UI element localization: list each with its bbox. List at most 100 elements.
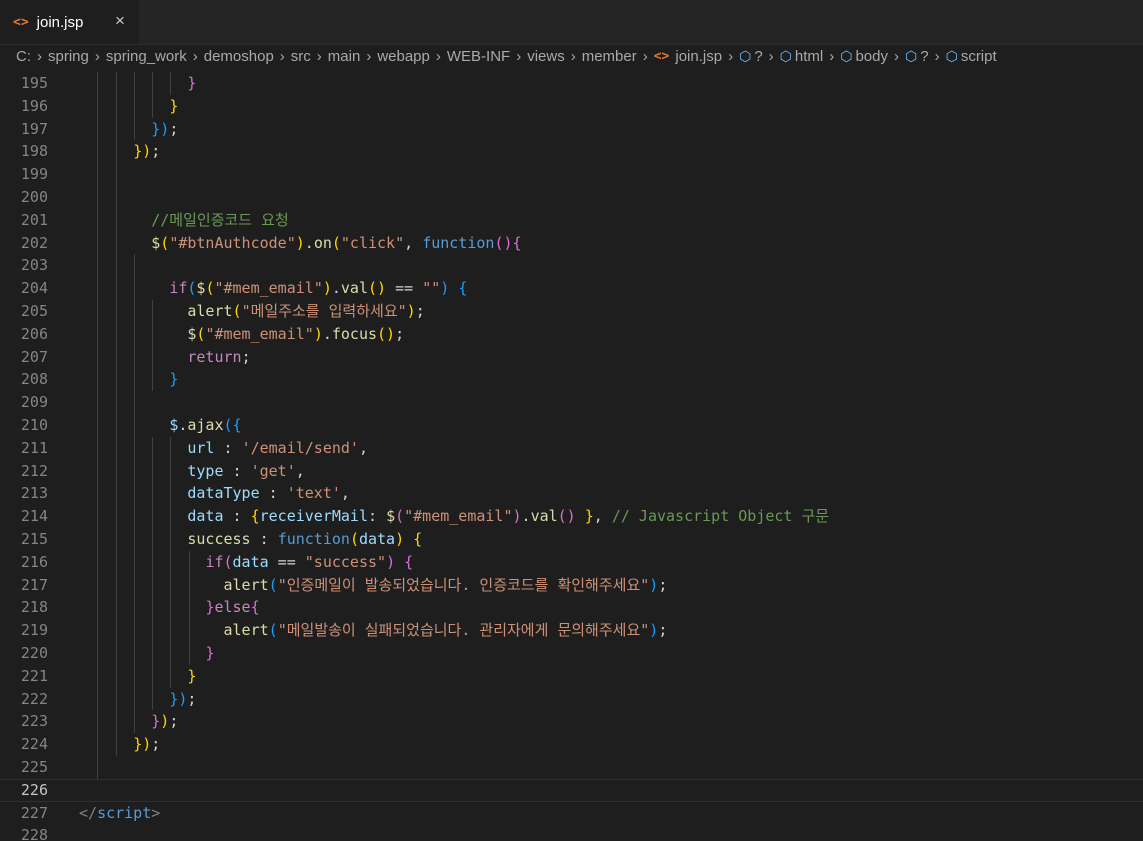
- code-line[interactable]: 225: [0, 756, 1143, 779]
- breadcrumb-symbol[interactable]: script: [961, 48, 997, 65]
- code-text: if(data == "success") {: [79, 551, 413, 574]
- code-token: $: [169, 416, 179, 434]
- code-line[interactable]: 198 });: [0, 140, 1143, 163]
- code-line[interactable]: 219 alert("메일발송이 실패되었습니다. 관리자에게 문의해주세요")…: [0, 619, 1143, 642]
- code-token: (: [223, 552, 233, 571]
- code-line[interactable]: 197 });: [0, 118, 1143, 141]
- code-token: ;: [187, 689, 197, 708]
- code-line[interactable]: 204 if($("#mem_email").val() == "") {: [0, 277, 1143, 300]
- breadcrumb-symbol[interactable]: ?: [920, 48, 928, 65]
- line-number: 218: [20, 598, 48, 617]
- code-line[interactable]: 213 dataType : 'text',: [0, 482, 1143, 505]
- code-line[interactable]: 212 type : 'get',: [0, 460, 1143, 483]
- breadcrumb-folder[interactable]: views: [527, 48, 565, 65]
- code-token: function: [277, 530, 350, 548]
- code-token: :: [368, 507, 387, 526]
- code-text: }: [79, 95, 178, 118]
- breadcrumb-folder[interactable]: member: [582, 48, 637, 65]
- code-line[interactable]: 205 alert("메일주소를 입력하세요");: [0, 300, 1143, 323]
- code-text: }: [79, 368, 178, 391]
- breadcrumb-folder[interactable]: webapp: [377, 48, 430, 65]
- line-number: 228: [20, 826, 48, 841]
- breadcrumb-folder[interactable]: WEB-INF: [447, 48, 510, 65]
- line-number: 200: [20, 188, 48, 206]
- chevron-right-icon: ›: [642, 48, 648, 65]
- code-token: }: [169, 370, 179, 389]
- code-token: ;: [415, 302, 425, 320]
- code-line[interactable]: 220 }: [0, 642, 1143, 665]
- code-token: ): [440, 279, 450, 298]
- code-text: alert("메일주소를 입력하세요");: [79, 300, 425, 323]
- code-token: "#btnAuthcode": [169, 233, 296, 252]
- breadcrumb-folder[interactable]: src: [291, 48, 311, 65]
- code-token: (: [349, 530, 359, 548]
- breadcrumb-symbol[interactable]: html: [795, 48, 823, 65]
- code-line[interactable]: 209: [0, 391, 1143, 414]
- code-line[interactable]: 228: [0, 824, 1143, 841]
- code-line[interactable]: 196 }: [0, 95, 1143, 118]
- code-token: (: [232, 302, 242, 320]
- code-line[interactable]: 226: [0, 779, 1143, 802]
- indent-guide: [134, 254, 135, 734]
- code-line[interactable]: 206 $("#mem_email").focus();: [0, 323, 1143, 346]
- breadcrumb-drive[interactable]: C:: [16, 48, 31, 65]
- chevron-right-icon: ›: [316, 48, 322, 65]
- line-number: 209: [20, 393, 48, 412]
- line-number: 208: [20, 370, 48, 389]
- code-token: "#mem_email": [404, 507, 513, 526]
- code-line[interactable]: 218 }else{: [0, 596, 1143, 619]
- code-line[interactable]: 217 alert("인증메일이 발송되었습니다. 인증코드를 확인해주세요")…: [0, 574, 1143, 597]
- code-line[interactable]: 214 data : {receiverMail: $("#mem_email"…: [0, 505, 1143, 528]
- breadcrumb-symbol[interactable]: ?: [754, 48, 762, 65]
- chevron-right-icon: ›: [768, 48, 774, 65]
- line-number: 199: [20, 165, 48, 184]
- line-number: 221: [20, 666, 48, 685]
- code-token: :: [259, 484, 287, 503]
- code-line[interactable]: 211 url : '/email/send',: [0, 437, 1143, 460]
- breadcrumb-folder[interactable]: demoshop: [204, 48, 274, 65]
- code-line[interactable]: 203: [0, 254, 1143, 277]
- breadcrumb-symbol[interactable]: body: [855, 48, 888, 65]
- indent-guide: [152, 300, 153, 392]
- code-token: (: [268, 621, 278, 640]
- code-editor[interactable]: 195 } 196 } 197 }); 198 }); 199 200 201 //메일인증…: [0, 72, 1143, 841]
- breadcrumb-folder[interactable]: spring_work: [106, 48, 187, 65]
- code-token: :: [223, 507, 251, 526]
- code-token: (): [494, 233, 513, 252]
- code-text: return;: [79, 346, 251, 369]
- code-line[interactable]: 215 success : function(data) {: [0, 528, 1143, 551]
- code-line[interactable]: 200: [0, 186, 1143, 209]
- tab-join-jsp[interactable]: <> join.jsp ×: [0, 0, 139, 44]
- code-token: :: [223, 461, 251, 480]
- code-line[interactable]: 227 </script>: [0, 802, 1143, 825]
- breadcrumb-folder[interactable]: main: [328, 48, 361, 65]
- code-token: >: [151, 803, 161, 822]
- code-line[interactable]: 223 });: [0, 710, 1143, 733]
- code-line[interactable]: 208 }: [0, 368, 1143, 391]
- code-line[interactable]: 195 }: [0, 72, 1143, 95]
- code-line[interactable]: 210 $.ajax({: [0, 414, 1143, 437]
- code-line[interactable]: 216 if(data == "success") {: [0, 551, 1143, 574]
- code-line[interactable]: 201 //메일인증코드 요청: [0, 209, 1143, 232]
- code-token: ;: [241, 347, 251, 366]
- code-line[interactable]: 199: [0, 163, 1143, 186]
- code-token: {: [512, 233, 522, 252]
- code-token: ): [386, 552, 396, 571]
- code-line[interactable]: 221 }: [0, 665, 1143, 688]
- indent-guide: [152, 436, 153, 711]
- code-token: ): [160, 712, 170, 731]
- code-token: 'get': [250, 461, 296, 480]
- indent-guide: [189, 550, 190, 665]
- line-number: 196: [20, 96, 48, 115]
- code-line[interactable]: 224 });: [0, 733, 1143, 756]
- code-line[interactable]: 222 });: [0, 688, 1143, 711]
- breadcrumb-folder[interactable]: spring: [48, 48, 89, 65]
- line-number: 203: [20, 256, 48, 275]
- close-icon[interactable]: ×: [115, 11, 125, 31]
- breadcrumb-file[interactable]: join.jsp: [675, 48, 722, 65]
- code-line[interactable]: 207 return;: [0, 346, 1143, 369]
- code-line[interactable]: 202 $("#btnAuthcode").on("click", functi…: [0, 232, 1143, 255]
